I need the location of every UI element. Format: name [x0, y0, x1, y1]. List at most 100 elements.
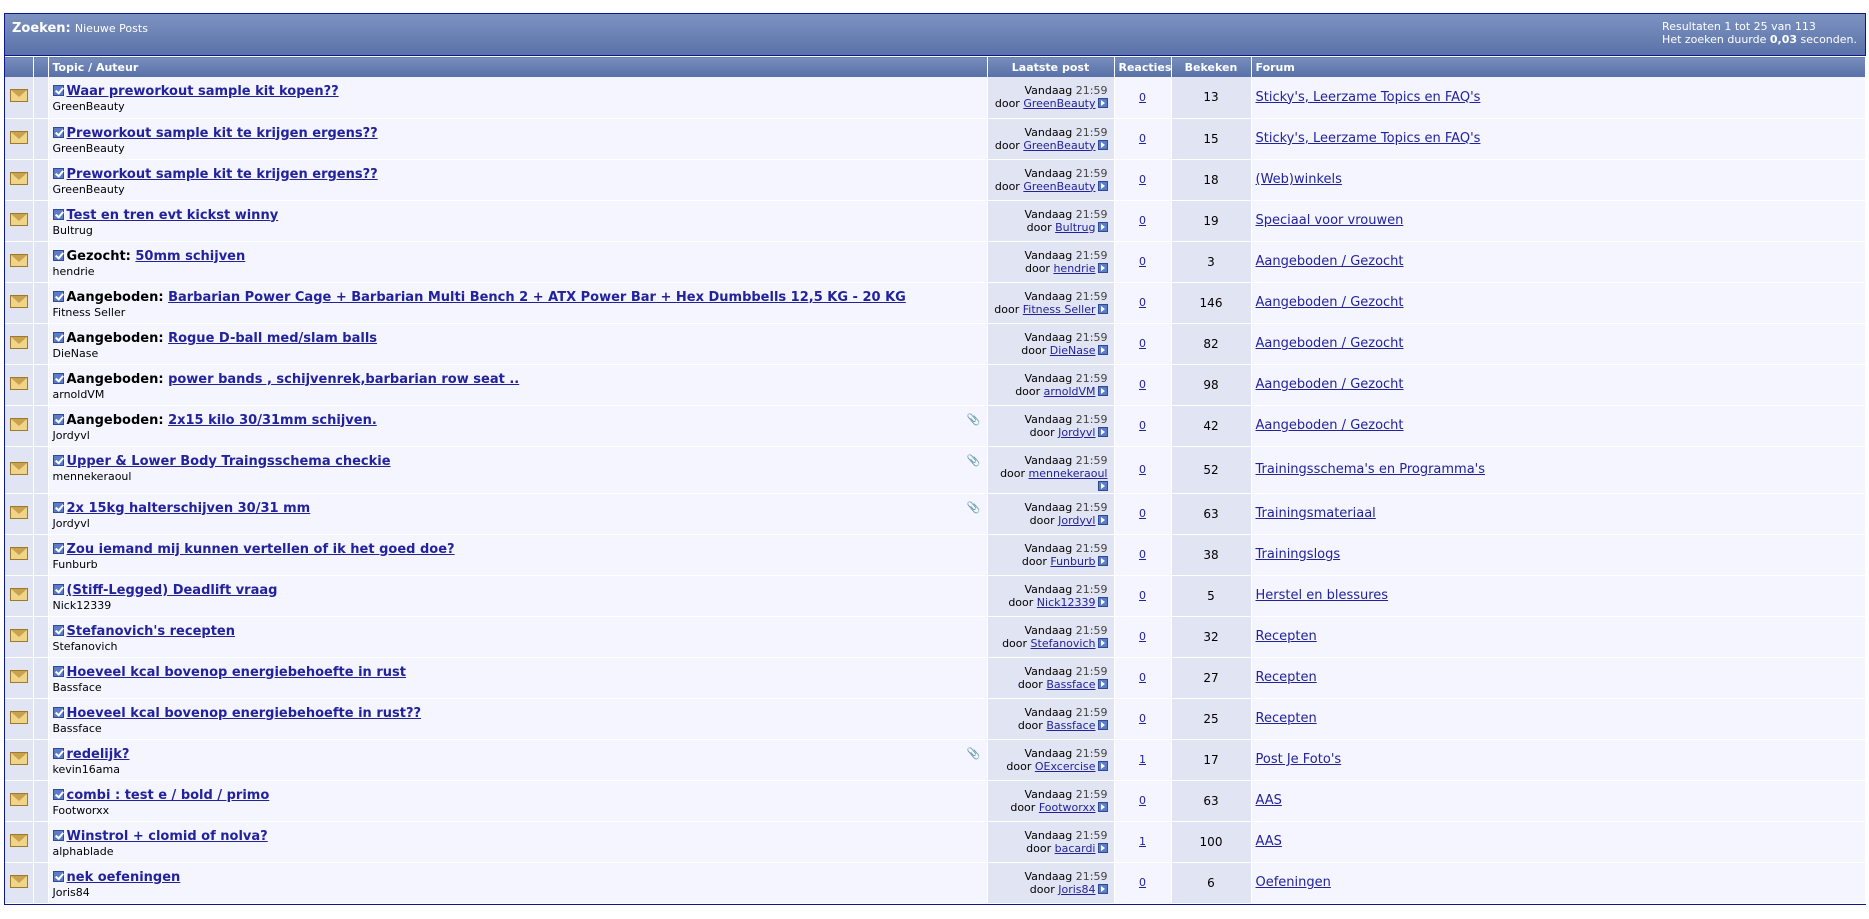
forum-link[interactable]: Recepten: [1256, 629, 1317, 644]
topic-title-link[interactable]: Winstrol + clomid of nolva?: [67, 829, 268, 844]
replies-link[interactable]: 0: [1139, 507, 1146, 520]
forum-link[interactable]: Oefeningen: [1256, 875, 1331, 890]
topic-title-link[interactable]: Stefanovich's recepten: [67, 624, 236, 639]
last-post-user-link[interactable]: Stefanovich: [1031, 637, 1096, 650]
last-post-user-link[interactable]: Nick12339: [1037, 596, 1096, 609]
topic-title-link[interactable]: redelijk?: [67, 747, 130, 762]
replies-link[interactable]: 0: [1139, 173, 1146, 186]
header-replies[interactable]: Reacties: [1114, 56, 1172, 77]
checkbox-icon[interactable]: [52, 126, 64, 138]
topic-title-link[interactable]: Hoeveel kcal bovenop energiebehoefte in …: [67, 665, 406, 680]
forum-link[interactable]: (Web)winkels: [1256, 172, 1342, 187]
replies-link[interactable]: 0: [1139, 463, 1146, 476]
checkbox-icon[interactable]: [52, 208, 64, 220]
forum-link[interactable]: AAS: [1256, 793, 1282, 808]
last-post-user-link[interactable]: GreenBeauty: [1023, 97, 1095, 110]
replies-link[interactable]: 0: [1139, 794, 1146, 807]
last-post-user-link[interactable]: Bassface: [1046, 719, 1095, 732]
go-to-last-post-icon[interactable]: [1097, 719, 1108, 730]
last-post-user-link[interactable]: arnoldVM: [1044, 385, 1096, 398]
header-forum[interactable]: Forum: [1251, 56, 1866, 77]
go-to-last-post-icon[interactable]: [1097, 801, 1108, 812]
checkbox-icon[interactable]: [52, 665, 64, 677]
go-to-last-post-icon[interactable]: [1097, 98, 1108, 108]
topic-title-link[interactable]: Rogue D-ball med/slam balls: [168, 331, 377, 346]
header-views[interactable]: Bekeken: [1171, 56, 1252, 77]
last-post-user-link[interactable]: OExcercise: [1035, 760, 1096, 773]
topic-title-link[interactable]: 50mm schijven: [135, 249, 245, 264]
topic-title-link[interactable]: Upper & Lower Body Traingsschema checkie: [67, 454, 391, 469]
checkbox-icon[interactable]: [52, 290, 64, 302]
go-to-last-post-icon[interactable]: [1097, 883, 1108, 894]
last-post-user-link[interactable]: Joris84: [1058, 883, 1095, 896]
go-to-last-post-icon[interactable]: [1097, 637, 1108, 648]
checkbox-icon[interactable]: [52, 829, 64, 841]
forum-link[interactable]: Trainingslogs: [1256, 547, 1341, 562]
go-to-last-post-icon[interactable]: [1097, 426, 1108, 437]
checkbox-icon[interactable]: [52, 624, 64, 636]
forum-link[interactable]: Aangeboden / Gezocht: [1256, 254, 1404, 269]
topic-title-link[interactable]: nek oefeningen: [67, 870, 181, 885]
replies-link[interactable]: 0: [1139, 548, 1146, 561]
last-post-user-link[interactable]: mennekeraoul: [1029, 467, 1108, 480]
replies-link[interactable]: 1: [1139, 753, 1146, 766]
last-post-user-link[interactable]: Footworxx: [1039, 801, 1096, 814]
checkbox-icon[interactable]: [52, 870, 64, 882]
topic-title-link[interactable]: Zou iemand mij kunnen vertellen of ik he…: [67, 542, 455, 557]
topic-title-link[interactable]: 2x 15kg halterschijven 30/31 mm: [67, 501, 311, 516]
checkbox-icon[interactable]: [52, 372, 64, 384]
replies-link[interactable]: 0: [1139, 337, 1146, 350]
forum-link[interactable]: Trainingsmateriaal: [1256, 506, 1376, 521]
checkbox-icon[interactable]: [52, 454, 64, 466]
checkbox-icon[interactable]: [52, 501, 64, 513]
topic-title-link[interactable]: Waar preworkout sample kit kopen??: [67, 84, 339, 99]
last-post-user-link[interactable]: Funburb: [1050, 555, 1095, 568]
topic-title-link[interactable]: combi : test e / bold / primo: [67, 788, 270, 803]
forum-link[interactable]: Trainingsschema's en Programma's: [1256, 462, 1486, 477]
topic-title-link[interactable]: Preworkout sample kit te krijgen ergens?…: [67, 126, 378, 141]
go-to-last-post-icon[interactable]: [1097, 678, 1108, 689]
topic-title-link[interactable]: Preworkout sample kit te krijgen ergens?…: [67, 167, 378, 182]
forum-link[interactable]: Post Je Foto's: [1256, 752, 1342, 767]
go-to-last-post-icon[interactable]: [1097, 303, 1108, 314]
forum-link[interactable]: Aangeboden / Gezocht: [1256, 377, 1404, 392]
go-to-last-post-icon[interactable]: [1097, 514, 1108, 525]
last-post-user-link[interactable]: Jordyvl: [1058, 426, 1095, 439]
replies-link[interactable]: 0: [1139, 419, 1146, 432]
replies-link[interactable]: 0: [1139, 876, 1146, 889]
replies-link[interactable]: 1: [1139, 835, 1146, 848]
go-to-last-post-icon[interactable]: [1097, 760, 1108, 771]
checkbox-icon[interactable]: [52, 331, 64, 343]
last-post-user-link[interactable]: Fitness Seller: [1023, 303, 1096, 316]
last-post-user-link[interactable]: GreenBeauty: [1023, 180, 1095, 193]
last-post-user-link[interactable]: hendrie: [1053, 262, 1095, 275]
go-to-last-post-icon[interactable]: [1097, 385, 1108, 396]
go-to-last-post-icon[interactable]: [1097, 555, 1108, 566]
checkbox-icon[interactable]: [52, 583, 64, 595]
checkbox-icon[interactable]: [52, 706, 64, 718]
go-to-last-post-icon[interactable]: [1097, 480, 1108, 491]
checkbox-icon[interactable]: [52, 413, 64, 425]
go-to-last-post-icon[interactable]: [1097, 842, 1108, 853]
forum-link[interactable]: Recepten: [1256, 670, 1317, 685]
topic-title-link[interactable]: Barbarian Power Cage + Barbarian Multi B…: [168, 290, 906, 305]
forum-link[interactable]: Speciaal voor vrouwen: [1256, 213, 1404, 228]
replies-link[interactable]: 0: [1139, 132, 1146, 145]
replies-link[interactable]: 0: [1139, 296, 1146, 309]
replies-link[interactable]: 0: [1139, 589, 1146, 602]
checkbox-icon[interactable]: [52, 542, 64, 554]
replies-link[interactable]: 0: [1139, 378, 1146, 391]
replies-link[interactable]: 0: [1139, 214, 1146, 227]
forum-link[interactable]: Aangeboden / Gezocht: [1256, 418, 1404, 433]
forum-link[interactable]: Aangeboden / Gezocht: [1256, 295, 1404, 310]
replies-link[interactable]: 0: [1139, 671, 1146, 684]
forum-link[interactable]: AAS: [1256, 834, 1282, 849]
checkbox-icon[interactable]: [52, 249, 64, 261]
header-last-post[interactable]: Laatste post: [987, 56, 1115, 77]
replies-link[interactable]: 0: [1139, 91, 1146, 104]
go-to-last-post-icon[interactable]: [1097, 262, 1108, 273]
replies-link[interactable]: 0: [1139, 630, 1146, 643]
last-post-user-link[interactable]: GreenBeauty: [1023, 139, 1095, 152]
forum-link[interactable]: Herstel en blessures: [1256, 588, 1389, 603]
topic-title-link[interactable]: 2x15 kilo 30/31mm schijven.: [168, 413, 377, 428]
